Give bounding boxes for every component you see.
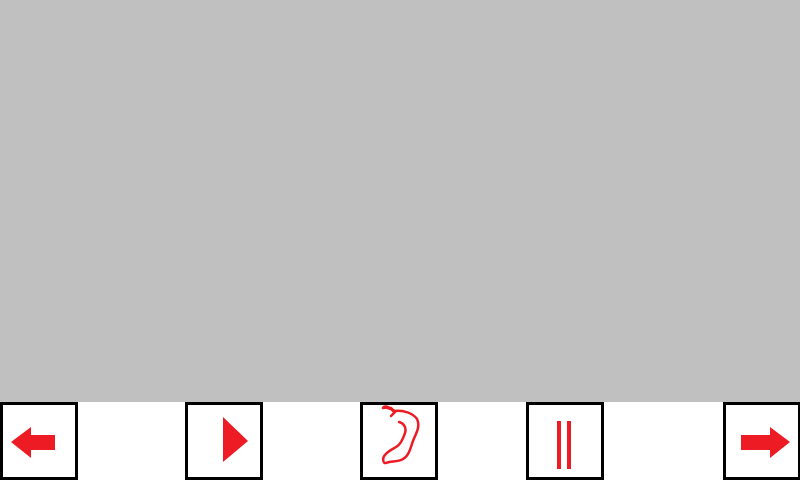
pause-icon: [557, 421, 571, 469]
pause-button[interactable]: [526, 402, 604, 480]
arrow-right-icon: [741, 427, 790, 458]
play-icon: [223, 417, 248, 462]
replay-button[interactable]: [360, 402, 438, 480]
arrow-left-icon: [11, 427, 55, 458]
next-button[interactable]: [723, 402, 800, 480]
replay-icon: [381, 405, 420, 465]
play-button[interactable]: [185, 402, 263, 480]
app-screen: [0, 0, 800, 480]
display-area: [0, 0, 800, 402]
previous-button[interactable]: [0, 402, 78, 480]
